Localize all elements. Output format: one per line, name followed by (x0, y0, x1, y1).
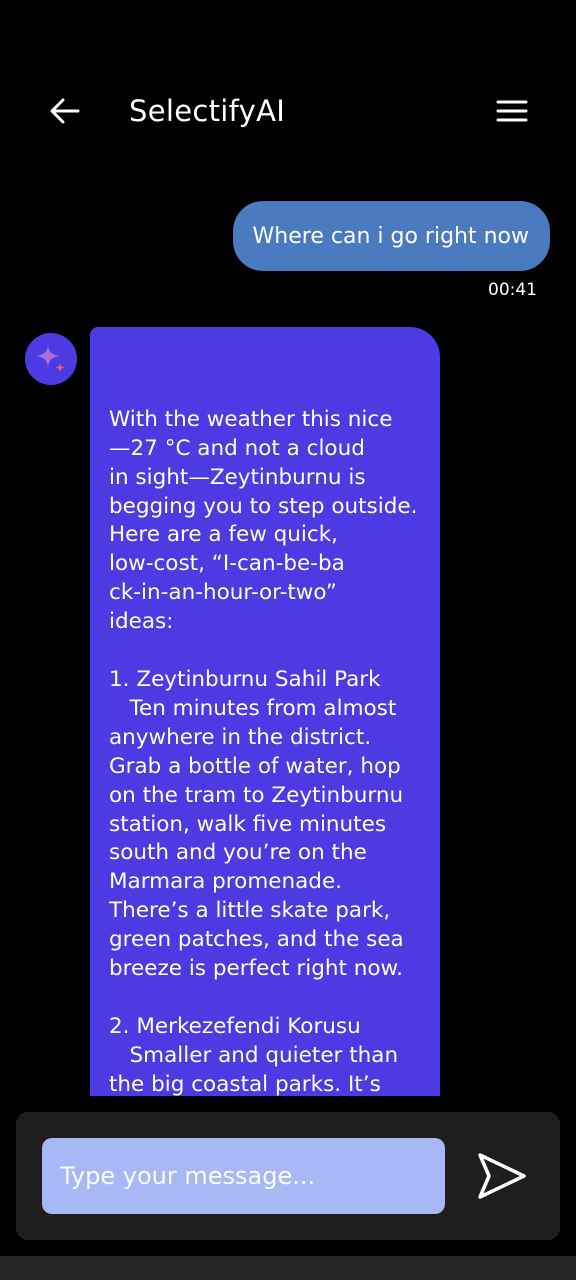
chat-messages-area[interactable]: Where can i go right now 00:41 With the … (0, 160, 576, 1096)
arrow-left-icon (50, 98, 80, 124)
message-composer (16, 1112, 560, 1240)
user-message-bubble: Where can i go right now (232, 201, 550, 271)
app-header: SelectifyAI (0, 0, 576, 160)
bot-message-bubble: With the weather this nice —27 °C and no… (90, 327, 440, 1096)
app-title: SelectifyAI (129, 94, 286, 128)
back-button[interactable] (44, 90, 86, 132)
bot-avatar (25, 333, 77, 385)
send-button[interactable] (468, 1142, 536, 1210)
user-message-text: Where can i go right now (252, 223, 529, 249)
message-timestamp: 00:41 (488, 280, 537, 300)
menu-button[interactable] (490, 90, 534, 132)
sparkle-icon (37, 345, 65, 372)
send-icon (478, 1153, 526, 1199)
hamburger-menu-icon (496, 100, 528, 122)
bot-message-text: With the weather this nice —27 °C and no… (109, 406, 418, 1096)
system-navigation-bar (0, 1256, 576, 1280)
message-input[interactable] (42, 1138, 445, 1214)
